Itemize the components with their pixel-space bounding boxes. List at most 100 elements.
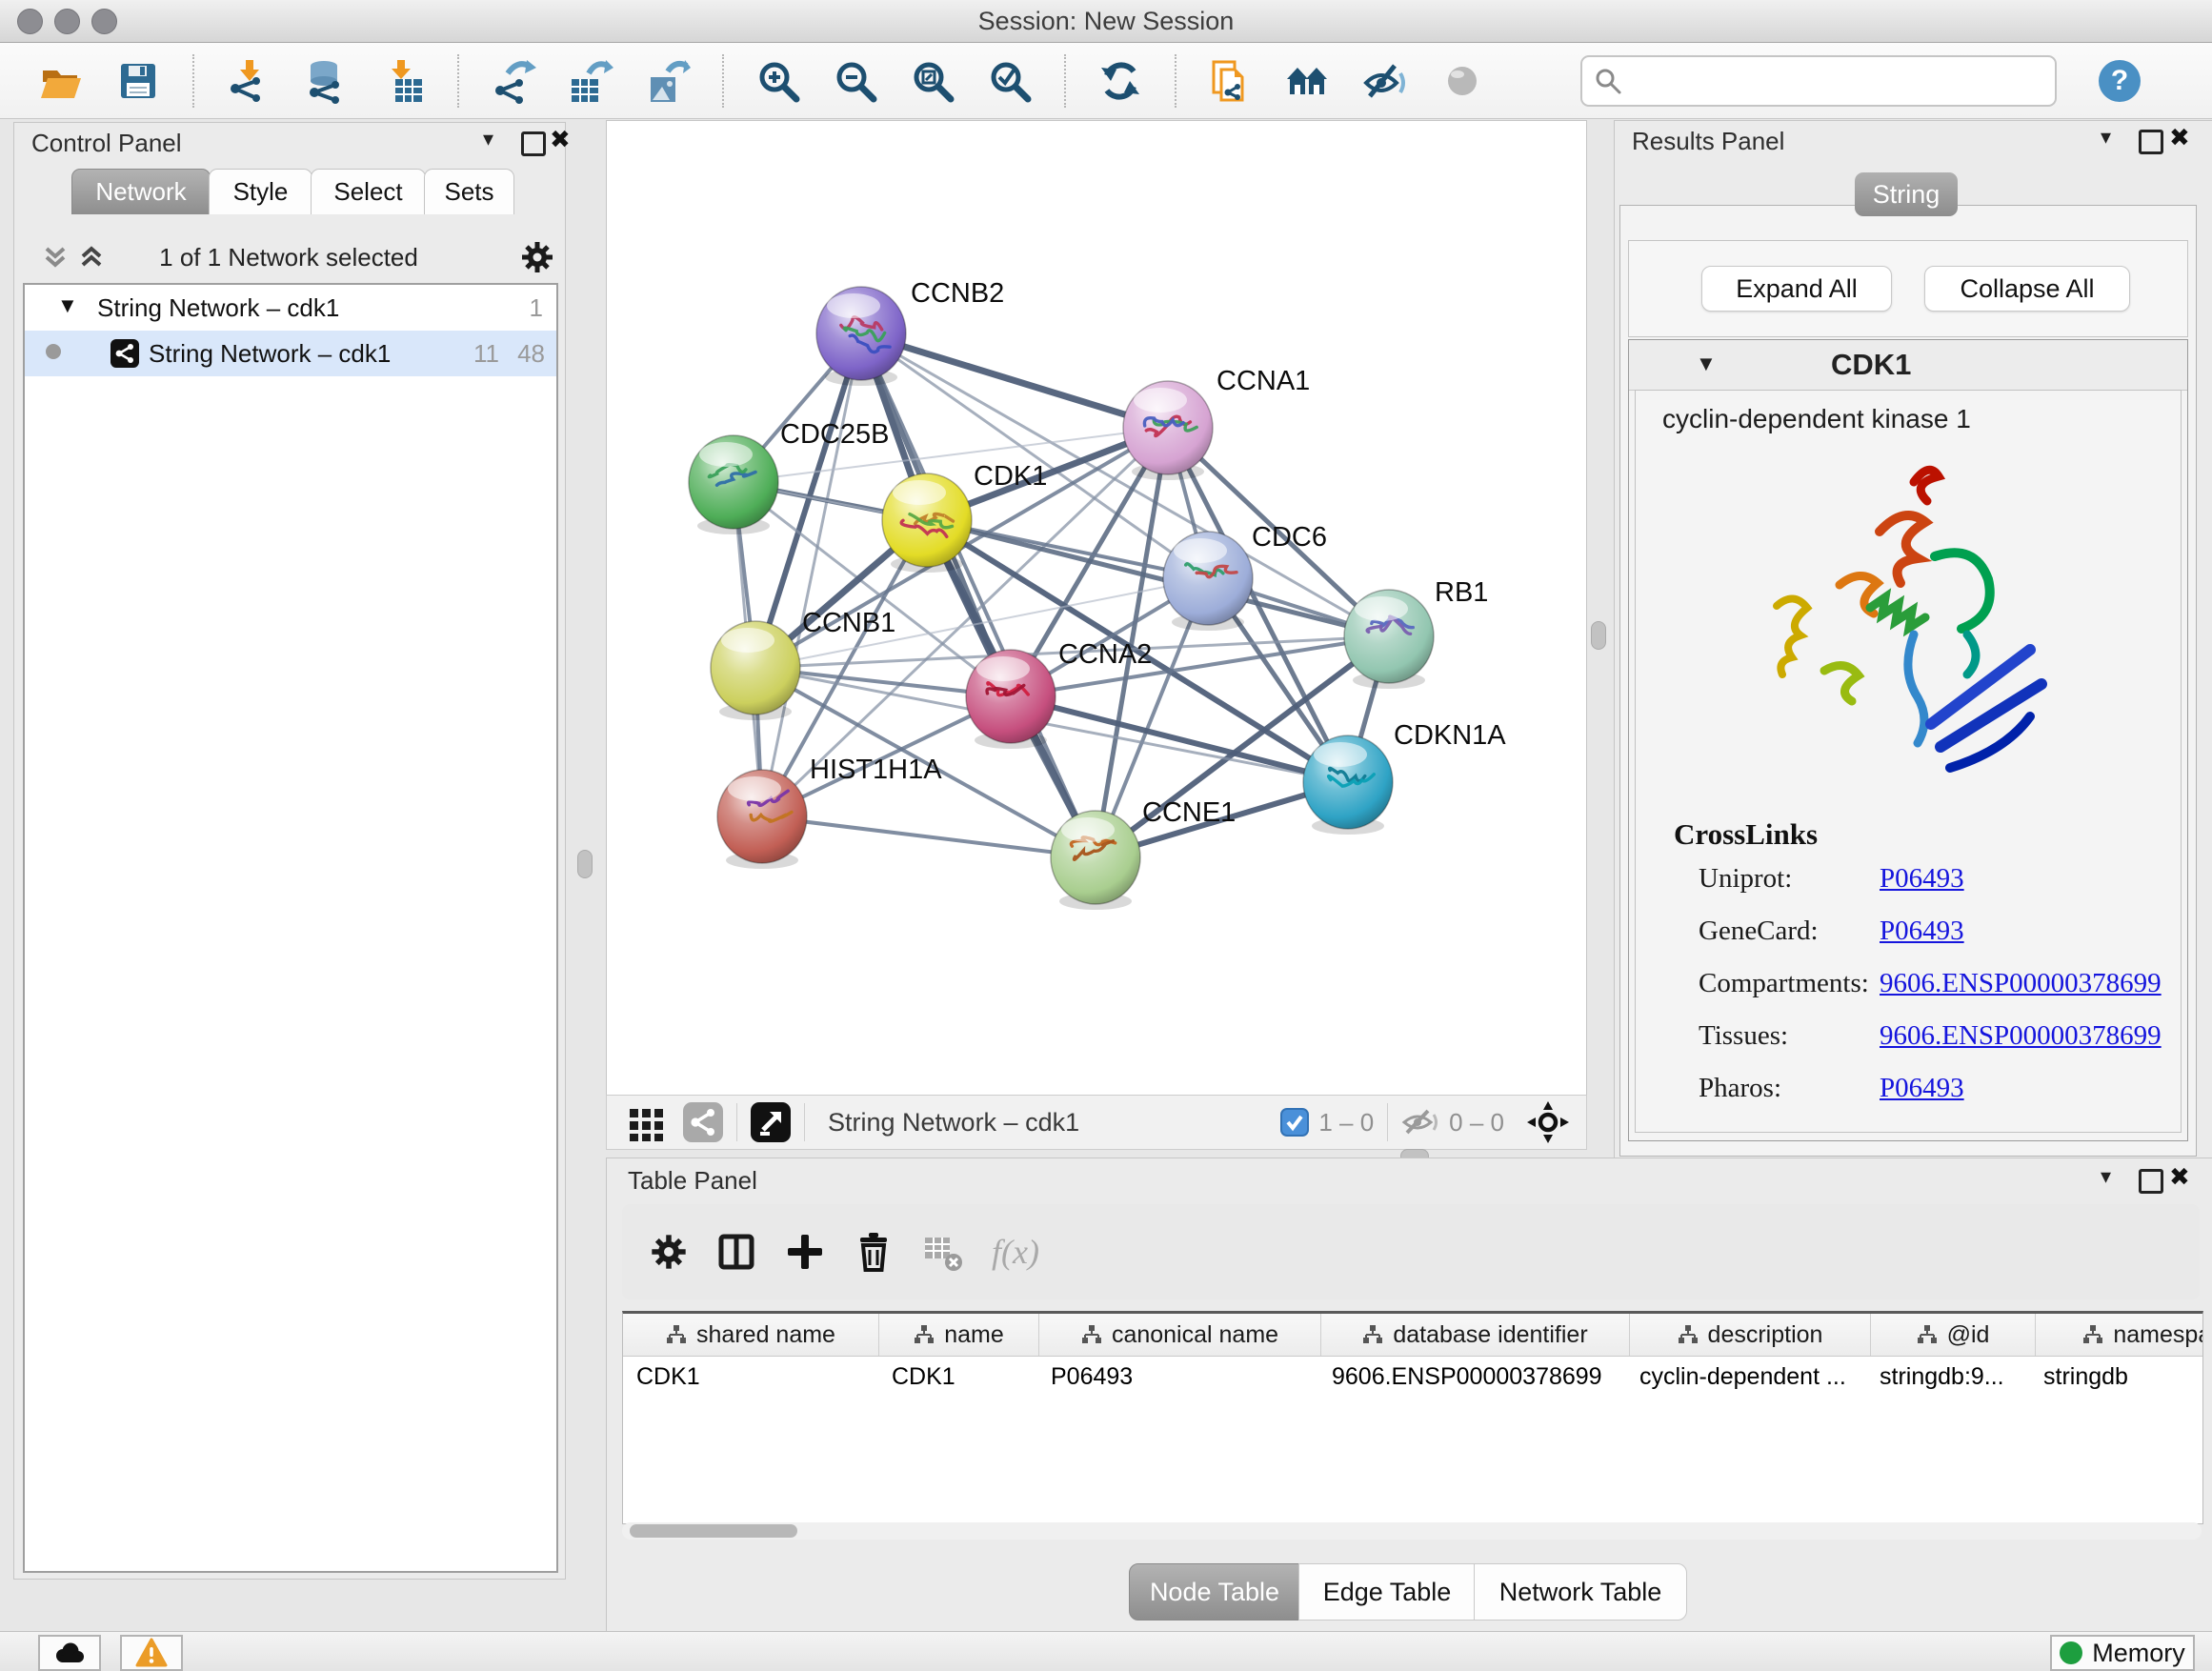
selected-checkbox-icon[interactable] bbox=[1280, 1108, 1309, 1137]
panel-maximize-icon[interactable] bbox=[2139, 1169, 2163, 1194]
table-row[interactable]: CDK1CDK1P064939606.ENSP00000378699cyclin… bbox=[623, 1357, 2202, 1397]
panel-float-icon[interactable]: ▾ bbox=[483, 127, 493, 151]
protein-structure-image bbox=[1727, 444, 2089, 806]
export-network-icon[interactable] bbox=[491, 58, 536, 104]
search-input[interactable] bbox=[1630, 65, 2055, 96]
show-columns-icon[interactable] bbox=[715, 1231, 757, 1273]
delete-column-trash-icon[interactable] bbox=[853, 1231, 895, 1273]
zoom-selected-icon[interactable] bbox=[987, 58, 1033, 104]
panel-maximize-icon[interactable] bbox=[2139, 130, 2163, 154]
shared-column-icon bbox=[1917, 1324, 1938, 1345]
network-tree: ▼ String Network – cdk1 1 String Network… bbox=[23, 283, 558, 1573]
grid-view-icon[interactable] bbox=[628, 1103, 666, 1141]
expand-all-button[interactable]: Expand All bbox=[1701, 266, 1892, 312]
hidden-eye-icon[interactable] bbox=[1401, 1107, 1439, 1137]
detach-view-icon[interactable] bbox=[751, 1102, 791, 1142]
export-image-icon[interactable] bbox=[645, 58, 691, 104]
import-table-icon[interactable] bbox=[380, 58, 426, 104]
network-view-icon[interactable] bbox=[683, 1102, 723, 1142]
crosslink-label: Pharos: bbox=[1699, 1073, 1781, 1103]
crosslink-value[interactable]: P06493 bbox=[1880, 1073, 1964, 1104]
network-node-CDC25B[interactable] bbox=[689, 435, 778, 534]
import-network-database-icon[interactable] bbox=[303, 58, 349, 104]
expand-collapse-row: Expand All Collapse All bbox=[1628, 240, 2188, 337]
network-edge-count: 48 bbox=[517, 339, 545, 369]
tree-expander-icon[interactable]: ▼ bbox=[57, 293, 78, 318]
node-label-RB1: RB1 bbox=[1435, 577, 1488, 608]
zoom-fit-icon[interactable] bbox=[910, 58, 955, 104]
column-header-canonical-name[interactable]: canonical name bbox=[1039, 1314, 1321, 1356]
crosslink-value[interactable]: 9606.ENSP00000378699 bbox=[1880, 968, 2162, 999]
save-session-icon[interactable] bbox=[115, 58, 161, 104]
zoom-out-icon[interactable] bbox=[833, 58, 878, 104]
splitter-handle-left[interactable] bbox=[577, 850, 593, 878]
import-network-file-icon[interactable] bbox=[226, 58, 271, 104]
crosslink-label: Compartments: bbox=[1699, 968, 1869, 998]
panel-maximize-icon[interactable] bbox=[521, 131, 546, 156]
network-node-RB1[interactable] bbox=[1344, 590, 1434, 689]
tab-string[interactable]: String bbox=[1855, 172, 1958, 216]
panel-close-icon[interactable]: ✖ bbox=[550, 125, 571, 154]
tab-edge-table[interactable]: Edge Table bbox=[1298, 1563, 1476, 1621]
preview-eye-icon[interactable] bbox=[1439, 58, 1485, 104]
network-node-CCNE1[interactable] bbox=[1051, 811, 1140, 910]
warnings-button[interactable] bbox=[120, 1635, 183, 1671]
hide-panels-icon[interactable] bbox=[1362, 58, 1408, 104]
crosslink-value[interactable]: P06493 bbox=[1880, 863, 1964, 895]
column-header--id[interactable]: @id bbox=[1871, 1314, 2036, 1356]
zoom-in-icon[interactable] bbox=[755, 58, 801, 104]
network-edge[interactable] bbox=[762, 816, 1096, 857]
column-header-database-identifier[interactable]: database identifier bbox=[1321, 1314, 1630, 1356]
crosslink-value[interactable]: 9606.ENSP00000378699 bbox=[1880, 1020, 2162, 1052]
column-header-name[interactable]: name bbox=[879, 1314, 1039, 1356]
column-header-description[interactable]: description bbox=[1630, 1314, 1871, 1356]
panel-float-icon[interactable]: ▾ bbox=[2101, 125, 2111, 150]
memory-status-dot bbox=[2060, 1641, 2082, 1664]
network-node-CCNB1[interactable] bbox=[711, 621, 800, 720]
export-table-icon[interactable] bbox=[568, 58, 613, 104]
gene-section-header[interactable]: ▼ CDK1 bbox=[1629, 340, 2187, 391]
panel-float-icon[interactable]: ▾ bbox=[2101, 1164, 2111, 1189]
network-collection-row[interactable]: ▼ String Network – cdk1 1 bbox=[25, 285, 556, 331]
add-column-icon[interactable] bbox=[784, 1231, 826, 1273]
column-header-namespace[interactable]: namespace bbox=[2036, 1314, 2203, 1356]
toolbar-separator bbox=[1387, 1103, 1388, 1141]
panel-close-icon[interactable]: ✖ bbox=[2169, 1162, 2190, 1192]
cloud-button[interactable] bbox=[38, 1635, 101, 1671]
gear-icon[interactable] bbox=[519, 239, 555, 275]
collapse-all-button[interactable]: Collapse All bbox=[1924, 266, 2130, 312]
splitter-handle-right[interactable] bbox=[1591, 621, 1606, 650]
memory-button[interactable]: Memory bbox=[2050, 1635, 2195, 1671]
clone-network-icon[interactable] bbox=[1208, 58, 1254, 104]
panel-close-icon[interactable]: ✖ bbox=[2169, 123, 2190, 152]
open-session-icon[interactable] bbox=[38, 58, 84, 104]
help-button[interactable]: ? bbox=[2099, 60, 2141, 102]
table-settings-gear-icon[interactable] bbox=[649, 1232, 689, 1272]
network-node-CCNA1[interactable] bbox=[1123, 381, 1213, 480]
refresh-icon[interactable] bbox=[1097, 58, 1143, 104]
network-canvas[interactable]: CCNB2CCNA1CDC25BCDK1CDC6RB1CCNB1CCNA2CDK… bbox=[606, 120, 1587, 1096]
table-cell: stringdb bbox=[2030, 1357, 2203, 1397]
show-all-panels-icon[interactable] bbox=[1285, 58, 1331, 104]
tab-network[interactable]: Network bbox=[71, 169, 211, 214]
network-row[interactable]: String Network – cdk1 11 48 bbox=[25, 331, 556, 376]
tab-select[interactable]: Select bbox=[311, 169, 426, 214]
network-node-CDC6[interactable] bbox=[1163, 532, 1253, 631]
tab-node-table[interactable]: Node Table bbox=[1129, 1563, 1300, 1621]
network-edge[interactable] bbox=[762, 333, 861, 816]
scrollbar-thumb[interactable] bbox=[630, 1524, 797, 1538]
tab-network-table[interactable]: Network Table bbox=[1474, 1563, 1687, 1621]
section-expander-icon[interactable]: ▼ bbox=[1696, 352, 1717, 376]
network-edge[interactable] bbox=[861, 333, 1168, 428]
network-node-CDKN1A[interactable] bbox=[1303, 735, 1393, 835]
crosslink-value[interactable]: P06493 bbox=[1880, 916, 1964, 947]
toolbar-separator bbox=[736, 1103, 737, 1141]
shared-column-icon bbox=[1678, 1324, 1699, 1345]
control-panel-title: Control Panel bbox=[31, 129, 182, 158]
network-node-HIST1H1A[interactable] bbox=[717, 770, 807, 869]
column-header-shared-name[interactable]: shared name bbox=[623, 1314, 879, 1356]
network-node-CDK1[interactable] bbox=[882, 473, 972, 573]
tab-sets[interactable]: Sets bbox=[424, 169, 514, 214]
fit-selected-crosshair-icon[interactable] bbox=[1527, 1101, 1569, 1143]
tab-style[interactable]: Style bbox=[209, 169, 312, 214]
